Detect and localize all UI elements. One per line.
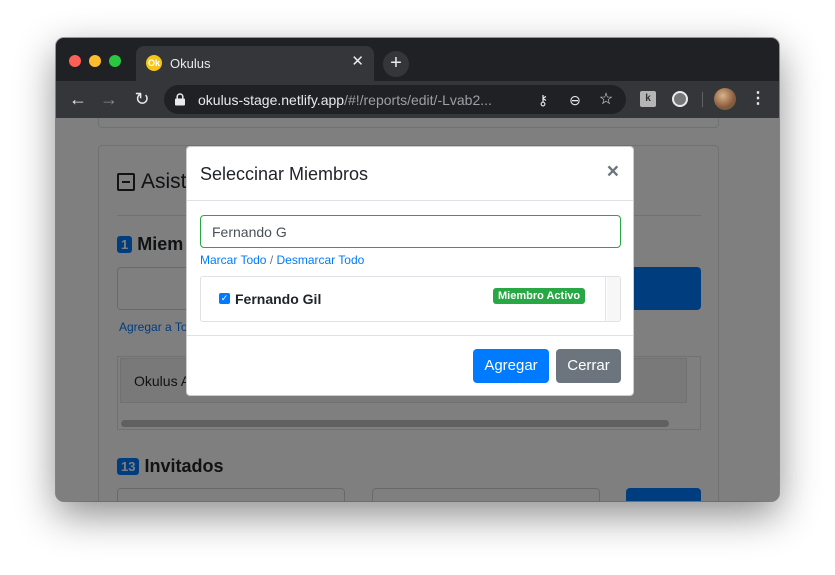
tab-close-icon[interactable]: ✕ [351,54,364,70]
results-scrollbar[interactable] [607,277,620,321]
more-menu-icon[interactable]: ⋮ [750,88,766,110]
select-members-modal: Seleccinar Miembros × Marcar Todo / Desm… [186,146,634,396]
modal-title: Seleccinar Miembros [200,164,369,184]
modal-close-icon[interactable]: × [607,161,619,183]
extension-icon[interactable]: k [640,91,656,107]
browser-toolbar: ← → ↻ okulus-stage.netlify.app/#!/report… [56,81,779,118]
url-text: okulus-stage.netlify.app/#!/reports/edit… [198,92,528,108]
lock-icon [175,93,185,106]
modal-footer: Agregar Cerrar [187,335,633,395]
url-host: okulus-stage.netlify.app [198,92,345,108]
profile-avatar[interactable] [714,88,736,110]
add-button[interactable]: Agregar [473,349,549,383]
back-arrow-icon[interactable]: ← [67,88,89,110]
page-viewport: Asist 1 Miem Agregar a To Okulus A 13 In… [56,118,779,501]
member-results-list: ✓ Fernando Gil Miembro Activo [200,276,621,322]
key-icon[interactable]: ⚷ [534,91,552,109]
deselect-all-link[interactable]: Desmarcar Todo [277,253,365,267]
toolbar-separator [702,92,703,107]
bookmark-star-icon[interactable]: ☆ [597,91,615,109]
browser-window: Ok Okulus ✕ + ← → ↻ okulus-stage.netlify… [56,38,779,501]
link-separator: / [266,253,277,267]
modal-header: Seleccinar Miembros × [187,147,633,201]
url-path: /#!/reports/edit/-Lvab2... [344,92,492,108]
close-button[interactable]: Cerrar [556,349,621,383]
select-all-link[interactable]: Marcar Todo [200,253,266,267]
forward-arrow-icon[interactable]: → [98,88,120,110]
zoom-icon[interactable]: ⊖ [566,91,584,109]
status-badge: Miembro Activo [493,288,586,304]
title-bar: Ok Okulus ✕ + [56,38,779,81]
reload-icon[interactable]: ↻ [131,88,153,110]
maximize-window-button[interactable] [109,55,121,67]
browser-tab[interactable]: Ok Okulus ✕ [136,46,374,81]
list-item[interactable]: ✓ Fernando Gil Miembro Activo [201,277,606,321]
select-links: Marcar Todo / Desmarcar Todo [200,253,364,267]
minimize-window-button[interactable] [89,55,101,67]
member-name: Fernando Gil [235,291,322,307]
member-checkbox[interactable]: ✓ [219,293,230,304]
member-search-input[interactable] [200,215,621,248]
address-bar[interactable]: okulus-stage.netlify.app/#!/reports/edit… [164,85,626,114]
tab-title: Okulus [170,56,211,71]
okulus-favicon-icon: Ok [146,55,162,71]
close-window-button[interactable] [69,55,81,67]
new-tab-button[interactable]: + [383,51,409,77]
extension-circle-icon[interactable] [672,91,688,107]
